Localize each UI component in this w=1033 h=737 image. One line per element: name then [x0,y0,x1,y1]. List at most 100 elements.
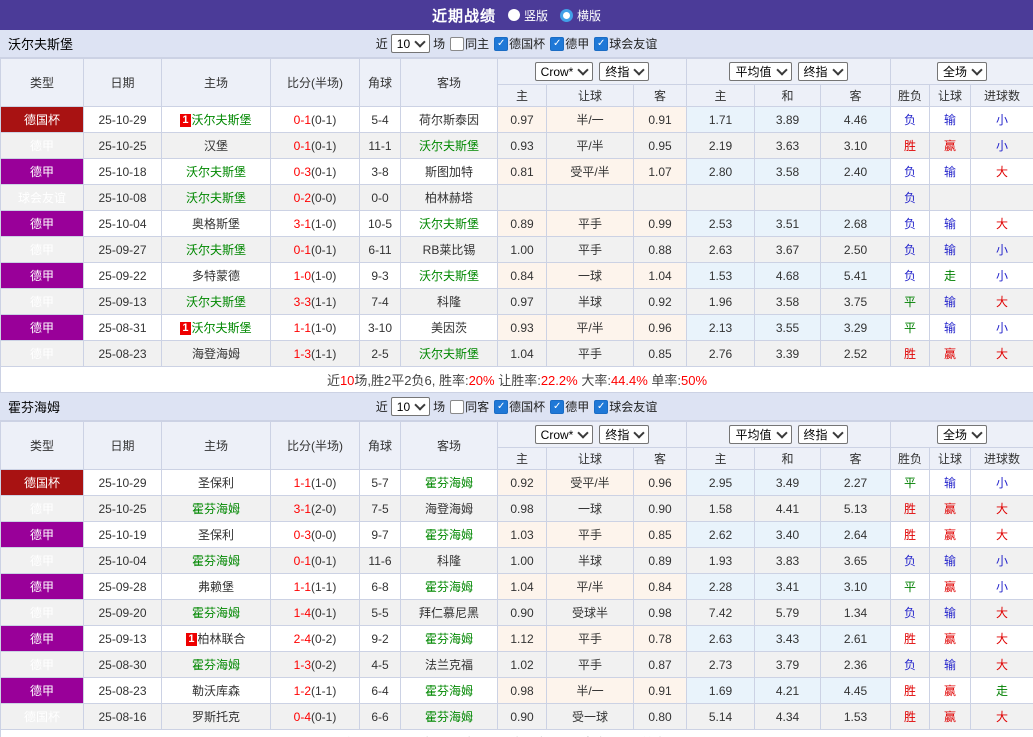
bookmaker-select[interactable]: Crow* [535,62,594,81]
competition-type-cell: 德甲 [1,574,84,600]
subcol-handicap-line: 让球 [547,448,634,470]
handicap-home-odds-cell: 1.04 [498,341,547,367]
average-select[interactable]: 平均值 [729,425,791,444]
match-row: 德甲25-10-04霍芬海姆0-1(0-1)11-6科隆1.00半球0.891.… [1,548,1033,574]
average-select[interactable]: 平均值 [729,62,791,81]
cup-checkbox[interactable]: 德国杯 [494,35,545,52]
same-venue-checkbox[interactable]: 同主 [450,35,489,52]
result-cell: 平 [891,470,930,496]
recent-count-select[interactable]: 10 [391,397,430,416]
fulltime-select[interactable]: 全场 [937,425,987,444]
bookmaker-select[interactable]: Crow* [535,425,594,444]
handicap-result-cell: 输 [930,107,971,133]
average-group-header: 平均值终指 [687,422,891,448]
avg-away-odds-cell: 2.64 [821,522,891,548]
home-team-name: 海登海姆 [192,347,240,361]
recent-count-select[interactable]: 10 [391,34,430,53]
subcol-handicap-result: 让球 [930,85,971,107]
chevron-down-icon [414,399,425,410]
date-cell: 25-10-29 [84,470,162,496]
final-odds-select[interactable]: 终指 [798,62,848,81]
summary-segment: 20% [469,373,495,388]
halftime-score: (0-2) [311,632,336,646]
halftime-score: (1-1) [311,580,336,594]
titlebar: 近期战绩 竖版 横版 [0,0,1033,30]
date-cell: 25-09-13 [84,626,162,652]
score-cell: 1-4(0-1) [271,600,360,626]
away-team-name: 沃尔夫斯堡 [419,347,479,361]
handicap-result-cell: 赢 [930,133,971,159]
league-checkbox[interactable]: 德甲 [550,398,589,415]
date-cell: 25-10-18 [84,159,162,185]
away-team-name: 霍芬海姆 [425,580,473,594]
away-team-name: 斯图加特 [425,165,473,179]
handicap-line-cell: 受平/半 [547,470,634,496]
col-header-corner: 角球 [360,422,401,470]
fulltime-score: 0-1 [294,113,311,127]
date-cell: 25-08-31 [84,315,162,341]
friendly-checkbox[interactable]: 球会友谊 [594,398,657,415]
handicap-result-cell: 输 [930,315,971,341]
date-cell: 25-09-20 [84,600,162,626]
handicap-group-header: Crow* 终指 [498,422,687,448]
goals-result-cell: 走 [971,678,1033,704]
handicap-home-odds-cell: 1.02 [498,652,547,678]
avg-home-odds-cell: 2.62 [687,522,755,548]
fulltime-select[interactable]: 全场 [937,62,987,81]
handicap-result-cell: 赢 [930,341,971,367]
avg-draw-odds-cell [755,185,821,211]
chevron-down-icon [414,36,425,47]
score-cell: 0-1(0-1) [271,548,360,574]
halftime-score: (2-0) [311,502,336,516]
avg-draw-odds-cell: 5.79 [755,600,821,626]
avg-away-odds-cell: 2.50 [821,237,891,263]
final-odds-select[interactable]: 终指 [599,62,649,81]
away-team-name: 美因茨 [431,321,467,335]
goals-result-cell: 小 [971,133,1033,159]
halftime-score: (1-0) [311,321,336,335]
away-team-cell: 沃尔夫斯堡 [401,263,498,289]
score-cell: 0-3(0-1) [271,159,360,185]
away-team-cell: 霍芬海姆 [401,704,498,730]
subcol-goals: 进球数 [971,448,1033,470]
goals-result-cell: 小 [971,263,1033,289]
cup-checkbox[interactable]: 德国杯 [494,398,545,415]
goals-result-cell: 大 [971,211,1033,237]
home-team-name: 圣保利 [198,528,234,542]
summary-segment: 44.4% [611,373,648,388]
halftime-score: (0-0) [311,528,336,542]
handicap-home-odds-cell: 0.98 [498,496,547,522]
competition-type-cell: 德甲 [1,289,84,315]
same-venue-label: 同主 [465,35,489,52]
handicap-away-odds-cell: 0.88 [634,237,687,263]
league-checkbox[interactable]: 德甲 [550,35,589,52]
home-team-name: 罗斯托克 [192,710,240,724]
handicap-line-cell: 平/半 [547,574,634,600]
friendly-checkbox[interactable]: 球会友谊 [594,35,657,52]
home-team-cell: 霍芬海姆 [162,496,271,522]
avg-away-odds-cell: 4.46 [821,107,891,133]
avg-home-odds-cell: 1.71 [687,107,755,133]
away-team-name: 霍芬海姆 [425,684,473,698]
vertical-layout-radio[interactable]: 竖版 [508,7,548,24]
score-cell: 0-1(0-1) [271,133,360,159]
avg-home-odds-cell [687,185,755,211]
home-team-cell: 霍芬海姆 [162,652,271,678]
fulltime-score: 0-1 [294,243,311,257]
avg-draw-odds-cell: 4.34 [755,704,821,730]
result-cell: 平 [891,574,930,600]
final-odds-select[interactable]: 终指 [798,425,848,444]
recent-count-value: 10 [397,400,410,414]
handicap-away-odds-cell: 0.96 [634,315,687,341]
checkbox-checked-icon [550,400,564,414]
handicap-line-cell: 平手 [547,211,634,237]
away-team-cell: 霍芬海姆 [401,626,498,652]
competition-type-cell: 德甲 [1,600,84,626]
fulltime-score: 0-1 [294,139,311,153]
same-venue-checkbox[interactable]: 同客 [450,398,489,415]
goals-result-cell: 大 [971,159,1033,185]
horizontal-layout-radio[interactable]: 横版 [560,7,601,24]
away-team-cell: 霍芬海姆 [401,574,498,600]
final-odds-select[interactable]: 终指 [599,425,649,444]
handicap-result-cell: 输 [930,652,971,678]
